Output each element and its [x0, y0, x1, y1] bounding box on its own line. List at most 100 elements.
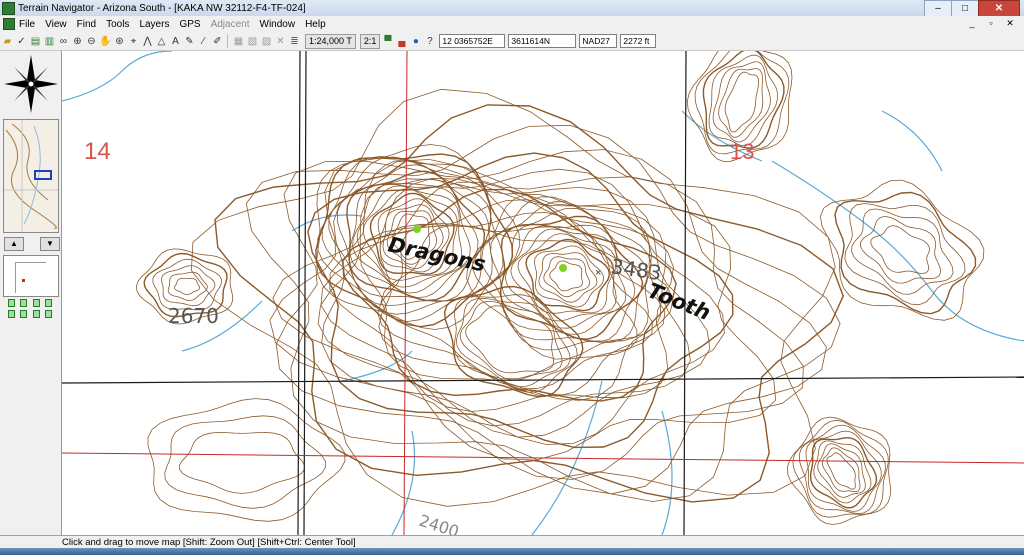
menu-window[interactable]: Window — [260, 19, 296, 30]
scale-square-icon — [44, 310, 52, 318]
triangle-icon[interactable]: △ — [155, 34, 168, 48]
scroll-up-icon[interactable]: ▲ — [4, 237, 24, 251]
northing-readout: 3611614N — [508, 34, 577, 48]
help-icon[interactable]: ? — [423, 34, 436, 48]
left-panel: ▲ ▼ — [0, 51, 62, 535]
summit-marker[interactable] — [413, 225, 421, 233]
contour-line — [870, 225, 931, 274]
maximize-icon[interactable]: □ — [951, 0, 979, 17]
menu-help[interactable]: Help — [305, 19, 326, 30]
title-bar: Terrain Navigator - Arizona South - [KAK… — [0, 0, 1024, 17]
contour-line — [152, 258, 223, 311]
export-icon[interactable]: ▥ — [43, 34, 56, 48]
legend-icon[interactable]: ≣ — [288, 34, 301, 48]
scroll-down-icon[interactable]: ▼ — [40, 237, 60, 251]
layer-icon[interactable]: ▧ — [246, 34, 259, 48]
contour-line — [859, 215, 942, 284]
window-title: Terrain Navigator - Arizona South - [KAK… — [18, 2, 306, 14]
scale-square-icon — [20, 310, 28, 318]
status-bar: Click and drag to move map [Shift: Zoom … — [0, 535, 1024, 548]
contour-line — [533, 245, 605, 308]
menu-view[interactable]: View — [45, 19, 67, 30]
contour-line — [174, 278, 200, 296]
view-extent-marker[interactable] — [34, 170, 52, 180]
measure-icon[interactable]: ⌖ — [127, 34, 140, 48]
window-controls: – □ ✕ — [924, 0, 1020, 17]
center-icon[interactable]: ⊛ — [113, 34, 126, 48]
scale-square-icon — [32, 310, 40, 318]
contour-line — [549, 260, 583, 292]
menu-layers[interactable]: Layers — [139, 19, 169, 30]
open-icon[interactable]: ▰ — [1, 34, 14, 48]
profile-icon[interactable]: ⋀ — [141, 34, 154, 48]
scale-square-icon — [32, 299, 40, 307]
summit-marker[interactable] — [559, 264, 567, 272]
doc-restore-icon[interactable]: ▫ — [983, 17, 999, 30]
elevation-label: 3483 — [609, 254, 663, 285]
doc-close-icon[interactable]: ✕ — [1002, 17, 1018, 30]
overview-nav: ▲ ▼ — [4, 237, 60, 251]
compass-rose-icon — [4, 55, 58, 113]
contour-line — [359, 199, 674, 401]
overlay-icon[interactable]: ▨ — [260, 34, 273, 48]
close-icon[interactable]: ✕ — [978, 0, 1020, 17]
elevation-label: 2670 — [168, 304, 219, 328]
elevation-label: 2400 — [417, 511, 462, 535]
app-icon — [2, 1, 15, 15]
section-number-label: 13 — [730, 139, 754, 164]
grid-icon[interactable]: ▦ — [232, 34, 245, 48]
marker-icon[interactable]: ✐ — [211, 34, 224, 48]
spot-x-icon: × — [595, 267, 601, 279]
elevation-readout: 2272 ft — [620, 34, 657, 48]
north-flag-icon[interactable]: ▀ — [381, 34, 394, 48]
topo-map: × Dragons Tooth 3483 2670 2400 14 13 — [62, 51, 1024, 535]
location-dot-icon — [22, 279, 25, 282]
state-locator-map[interactable] — [3, 255, 59, 297]
check-icon[interactable]: ✓ — [15, 34, 28, 48]
document-controls: _ ▫ ✕ — [961, 17, 1018, 30]
scale-button[interactable]: 1:24,000 T — [305, 33, 356, 49]
doc-minimize-icon[interactable]: _ — [964, 17, 980, 30]
topo-map-canvas[interactable]: × Dragons Tooth 3483 2670 2400 14 13 — [62, 51, 1024, 535]
datum-readout: NAD27 — [579, 34, 618, 48]
text-tool-icon[interactable]: A — [169, 34, 182, 48]
delete-icon[interactable]: ✕ — [274, 34, 287, 48]
toolbar: ▰ ✓ ▤ ▥ ∞ ⊕ ⊖ ✋ ⊛ ⌖ ⋀ △ A ✎ ∕ ✐ ▦ ▧ ▨ ✕ … — [0, 32, 1024, 51]
contour-line — [851, 208, 954, 295]
print-icon[interactable]: ▤ — [29, 34, 42, 48]
contour-line — [164, 415, 326, 509]
contour-line — [792, 419, 889, 518]
zoom-in-icon[interactable]: ⊕ — [71, 34, 84, 48]
line-icon[interactable]: ∕ — [197, 34, 210, 48]
contour-line — [245, 124, 841, 502]
contour-line — [179, 431, 305, 494]
feature-name-dragons: Dragons — [386, 232, 488, 276]
state-outline-icon — [15, 262, 46, 293]
scale-square-icon — [8, 299, 15, 307]
draw-icon[interactable]: ✎ — [183, 34, 196, 48]
contour-line — [819, 179, 985, 321]
document-icon[interactable] — [3, 18, 15, 30]
hand-icon[interactable]: ✋ — [99, 34, 112, 48]
globe-icon[interactable]: ● — [409, 34, 422, 48]
scale-square-icon — [20, 299, 28, 307]
menu-find[interactable]: Find — [77, 19, 96, 30]
menu-file[interactable]: File — [19, 19, 35, 30]
contour-line — [167, 271, 208, 301]
toolbar-separator — [227, 34, 228, 48]
gps-flag-icon[interactable]: ▄ — [395, 34, 408, 48]
menu-tools[interactable]: Tools — [106, 19, 129, 30]
scale-square-icon — [44, 299, 52, 307]
binoculars-icon[interactable]: ∞ — [57, 34, 70, 48]
contour-line — [805, 430, 882, 512]
zoom-out-icon[interactable]: ⊖ — [85, 34, 98, 48]
menu-adjacent[interactable]: Adjacent — [211, 19, 250, 30]
os-taskbar — [0, 548, 1024, 555]
overview-thumbnail[interactable] — [3, 119, 59, 233]
scale-square-icon — [8, 310, 15, 318]
zoom-ratio-button[interactable]: 2:1 — [359, 33, 381, 49]
contour-line — [834, 191, 977, 315]
minimize-icon[interactable]: – — [924, 0, 952, 17]
menu-gps[interactable]: GPS — [179, 19, 200, 30]
feature-name-tooth: Tooth — [644, 278, 714, 325]
